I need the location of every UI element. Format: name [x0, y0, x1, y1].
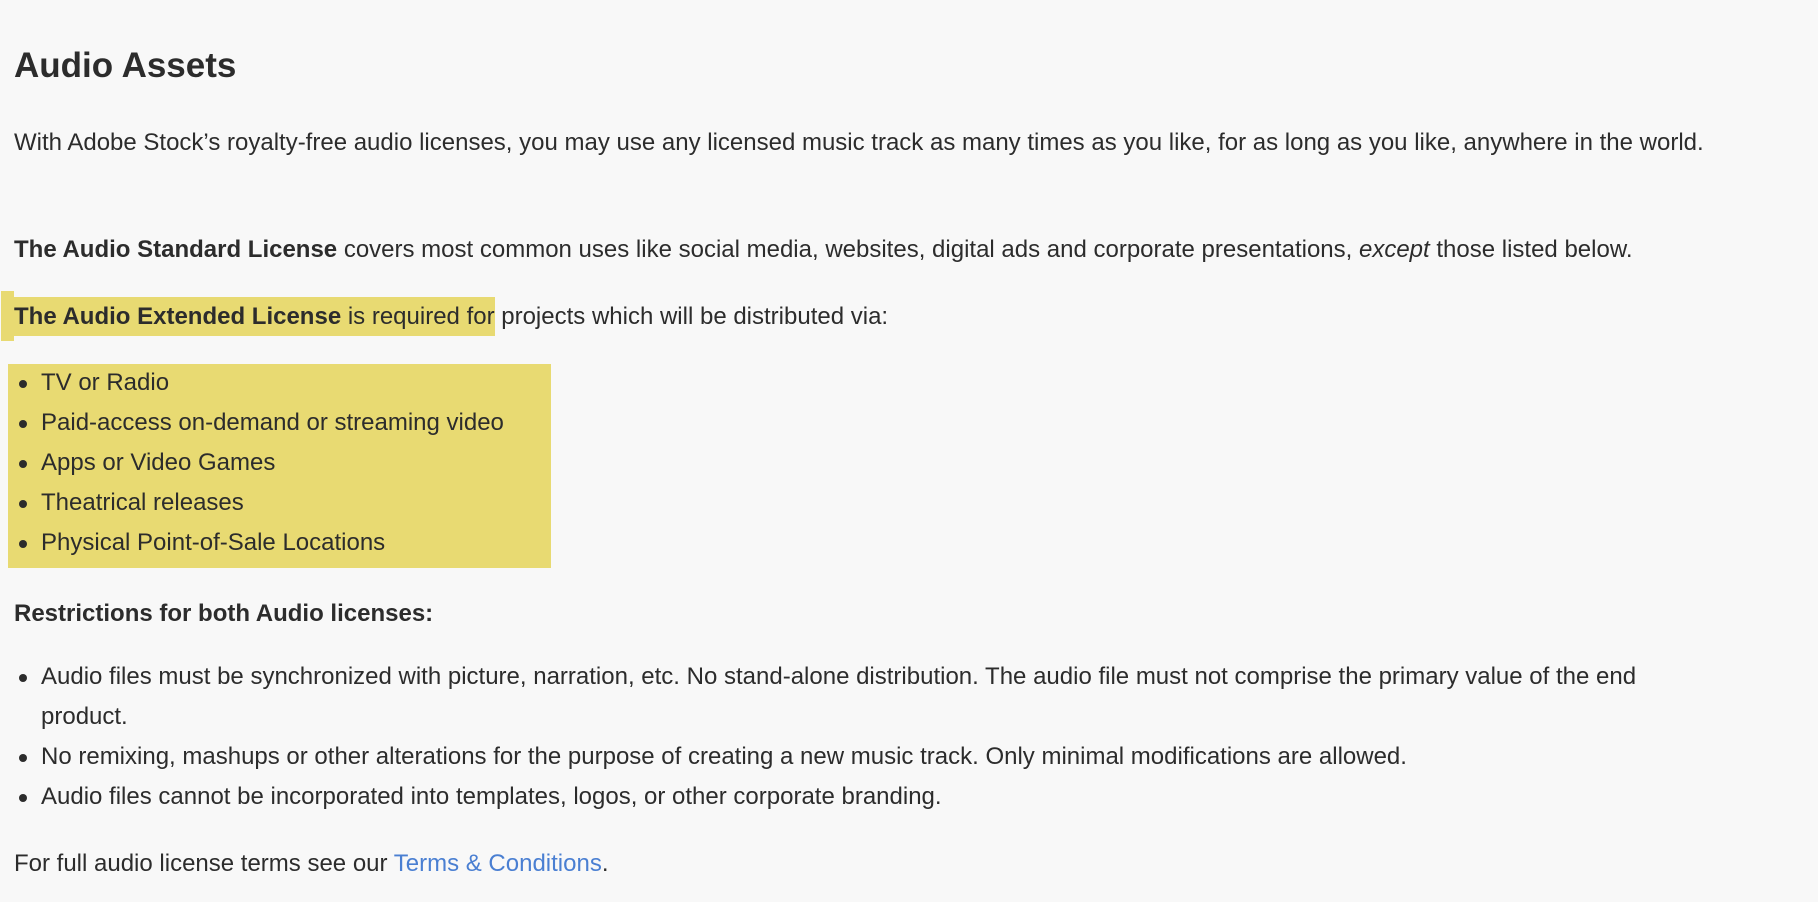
list-item: TV or Radio: [14, 363, 504, 403]
extended-license-list: TV or Radio Paid-access on-demand or str…: [14, 363, 504, 563]
list-item: Apps or Video Games: [14, 443, 504, 483]
page-title: Audio Assets: [14, 46, 237, 85]
standard-license-title: The Audio Standard License: [14, 236, 338, 263]
terms-text: For full audio license terms see our: [14, 850, 394, 877]
terms-link[interactable]: Terms & Conditions: [394, 850, 602, 877]
list-item: Audio files cannot be incorporated into …: [14, 777, 1704, 817]
restrictions-title: Restrictions for both Audio licenses:: [14, 600, 434, 627]
license-page: Audio Assets With Adobe Stock’s royalty-…: [0, 0, 1818, 902]
intro-text: With Adobe Stock’s royalty-free audio li…: [14, 129, 1704, 156]
extended-license-title: The Audio Extended License: [14, 303, 342, 330]
intro-paragraph: With Adobe Stock’s royalty-free audio li…: [14, 123, 1714, 163]
terms-period: .: [601, 850, 609, 877]
extended-license-rest: projects which will be distributed via:: [494, 303, 889, 330]
extended-license-paragraph: The Audio Extended License is required f…: [14, 297, 888, 337]
list-item: Physical Point-of-Sale Locations: [14, 523, 504, 563]
standard-license-except: except: [1358, 236, 1430, 263]
standard-license-text-a: covers most common uses like social medi…: [337, 236, 1359, 263]
standard-license-paragraph: The Audio Standard License covers most c…: [14, 230, 1633, 270]
extended-highlight: The Audio Extended License is required f…: [14, 297, 495, 336]
restrictions-list: Audio files must be synchronized with pi…: [14, 657, 1704, 817]
list-item: Paid-access on-demand or streaming video: [14, 403, 504, 443]
list-item: Theatrical releases: [14, 483, 504, 523]
highlight-lead: [1, 291, 14, 341]
list-item: Audio files must be synchronized with pi…: [14, 657, 1704, 737]
list-item: No remixing, mashups or other alteration…: [14, 737, 1704, 777]
extended-license-required: is required for: [341, 303, 495, 330]
terms-paragraph: For full audio license terms see our Ter…: [14, 844, 608, 884]
standard-license-text-b: those listed below.: [1429, 236, 1633, 263]
